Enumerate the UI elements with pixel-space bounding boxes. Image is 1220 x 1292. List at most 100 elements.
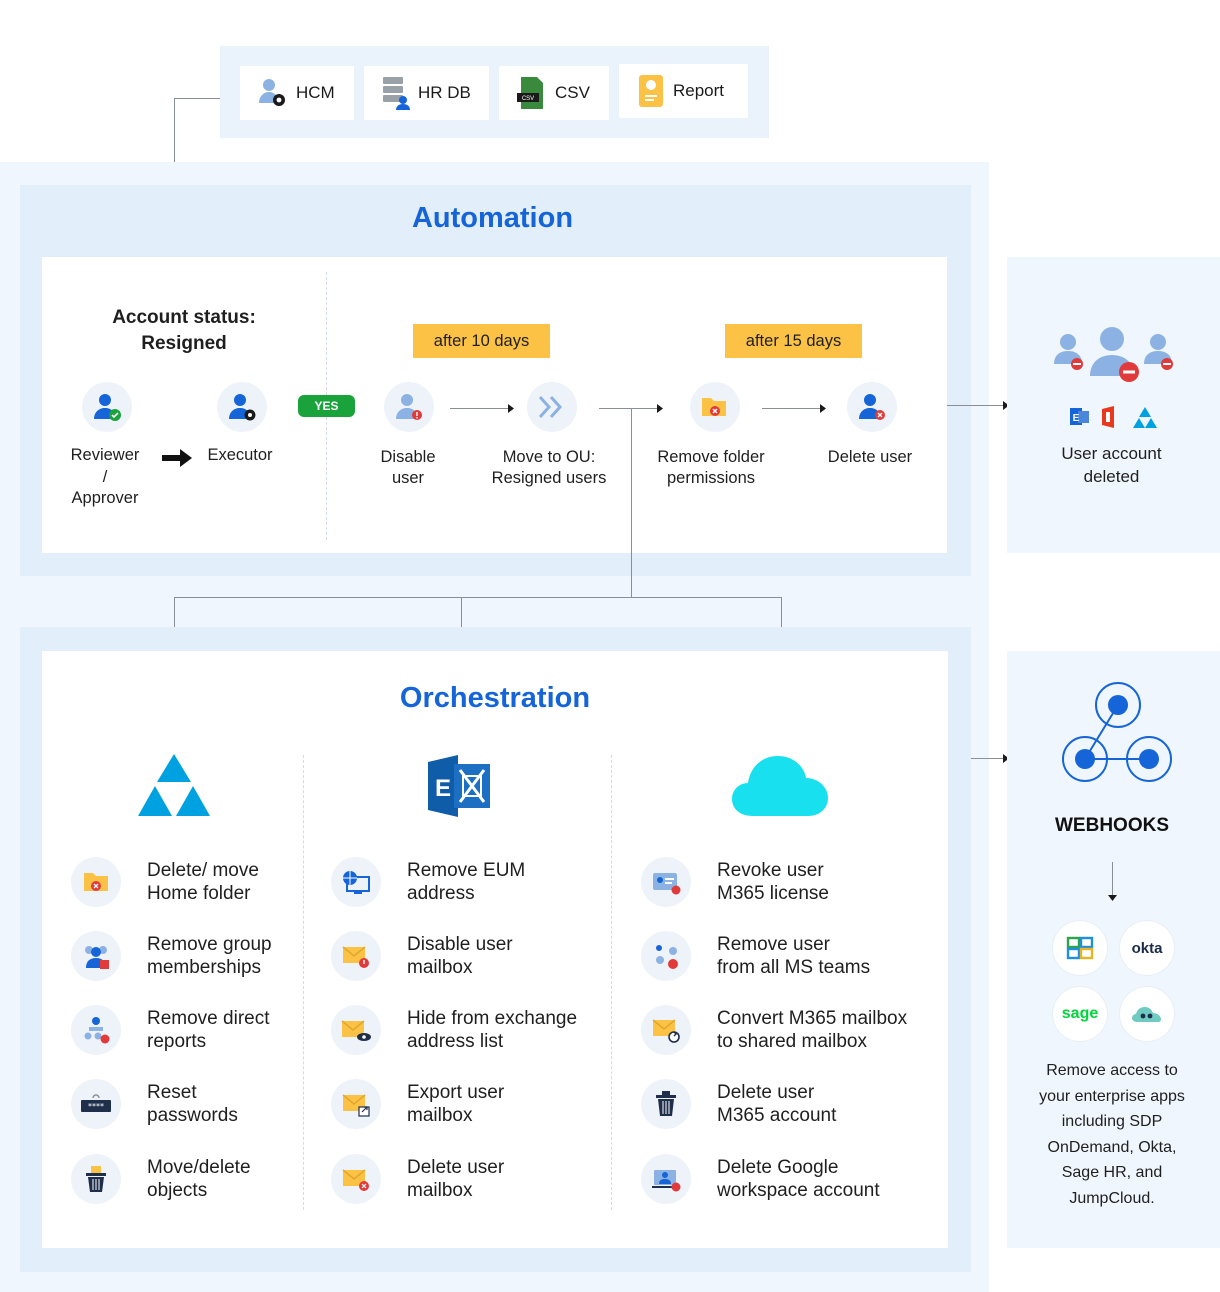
orch-item-convert-mailbox[interactable]: Convert M365 mailbox to shared mailbox — [641, 1005, 907, 1055]
users-removed-icon — [1054, 327, 1173, 382]
mail-delete-icon — [342, 1169, 369, 1191]
icon-circle: **** — [71, 1079, 121, 1129]
orch-item-text: Remove EUM address — [407, 860, 526, 904]
orch-item-text: Remove group memberships — [147, 934, 272, 978]
app-logos-icon: E — [1070, 406, 1157, 428]
orch-item-export-mailbox[interactable]: Export user mailbox — [331, 1079, 504, 1129]
double-chevron-icon — [538, 395, 563, 419]
orch-item-remove-eum[interactable]: Remove EUM address — [331, 857, 525, 907]
orch-item-text: Hide from exchange address list — [407, 1008, 578, 1052]
orch-item-text: Export user mailbox — [407, 1082, 505, 1126]
reviewer-slash: / — [102, 467, 108, 486]
orch-item-text: Delete user mailbox — [407, 1157, 505, 1201]
icon-circle — [641, 931, 691, 981]
remove-folder-node[interactable] — [690, 382, 740, 432]
report-icon — [639, 75, 663, 107]
google-account-delete-icon — [652, 1170, 681, 1192]
sdp-icon — [1066, 936, 1094, 960]
icon-circle — [331, 1005, 381, 1055]
orch-item-text: Remove direct reports — [147, 1008, 270, 1052]
orch-item-remove-group[interactable]: Remove group memberships — [71, 931, 272, 981]
globe-monitor-icon — [343, 871, 370, 894]
orch-item-remove-reports[interactable]: Remove direct reports — [71, 1005, 270, 1055]
orch-item-hide-address[interactable]: Hide from exchange address list — [331, 1005, 577, 1055]
orch-item-disable-mailbox[interactable]: Disable user mailbox — [331, 931, 513, 981]
orch-item-text: Convert M365 mailbox to shared mailbox — [717, 1008, 908, 1052]
orch-item-revoke-license[interactable]: Revoke user M365 license — [641, 857, 829, 907]
source-hcm[interactable]: HCM — [240, 66, 354, 120]
orch-item-text: Delete Google workspace account — [717, 1157, 880, 1201]
okta-app[interactable]: okta — [1120, 921, 1174, 975]
orch-item-text: Remove user from all MS teams — [717, 934, 871, 978]
account-status-label: Account status: — [112, 307, 256, 328]
teams-remove-icon — [656, 945, 678, 969]
azure-ad-icon — [138, 754, 210, 816]
icon-circle — [641, 857, 691, 907]
connector — [1112, 862, 1113, 896]
sdp-app[interactable] — [1053, 921, 1107, 975]
source-hr-db[interactable]: HR DB — [364, 66, 489, 120]
orch-item-delete-google[interactable]: Delete Google workspace account — [641, 1154, 880, 1204]
icon-circle — [641, 1005, 691, 1055]
csv-file-icon: CSV — [517, 77, 543, 109]
mail-export-icon — [342, 1094, 370, 1117]
icon-circle — [331, 857, 381, 907]
icon-circle — [71, 1005, 121, 1055]
source-csv[interactable]: CSV CSV — [499, 66, 609, 120]
icon-circle — [331, 931, 381, 981]
account-status: Account status: Resigned — [60, 305, 308, 357]
folder-remove-icon — [702, 398, 726, 416]
orch-item-text: Delete user M365 account — [717, 1082, 837, 1126]
yes-badge: YES — [298, 395, 355, 417]
automation-title: Automation — [411, 202, 574, 234]
orch-item-text: Move/delete objects — [147, 1157, 251, 1201]
exchange-icon: E — [428, 755, 490, 817]
jumpcloud-app[interactable] — [1120, 987, 1174, 1041]
orch-item-delete-mailbox[interactable]: Delete user mailbox — [331, 1154, 504, 1204]
connector — [947, 405, 1005, 406]
reviewer-label: Reviewer / Approver — [55, 445, 155, 510]
webhooks-icon — [1062, 682, 1172, 782]
icon-circle — [331, 1079, 381, 1129]
move-ou-label: Move to OU: Resigned users — [478, 447, 620, 489]
connector — [174, 597, 782, 598]
arrow-head — [820, 404, 826, 413]
trash-icon — [656, 1091, 676, 1116]
delete-user-node[interactable] — [847, 382, 897, 432]
remove-folder-label: Remove folder permissions — [645, 447, 777, 489]
step-text: Delete user — [827, 448, 913, 466]
reviewer-node[interactable] — [82, 382, 132, 432]
orch-item-reset-passwords[interactable]: **** Reset passwords — [71, 1079, 238, 1129]
executor-node[interactable] — [217, 382, 267, 432]
icon-circle — [71, 931, 121, 981]
user-approved-icon — [94, 394, 121, 421]
step-text: permissions — [666, 469, 756, 487]
arrow-right-icon — [162, 449, 192, 467]
password-icon: **** — [81, 1094, 111, 1112]
delay-badge-15-days: after 15 days — [725, 324, 862, 358]
folder-delete-icon — [84, 873, 108, 891]
orch-item-remove-teams[interactable]: Remove user from all MS teams — [641, 931, 870, 981]
move-ou-node[interactable] — [527, 382, 577, 432]
jumpcloud-icon — [1132, 1007, 1161, 1022]
icon-circle — [71, 857, 121, 907]
automation-content — [42, 257, 947, 553]
orch-item-move-delete-objects[interactable]: Move/delete objects — [71, 1154, 251, 1204]
sage-app[interactable]: sage — [1053, 987, 1107, 1041]
svg-text:E: E — [1073, 413, 1080, 424]
disable-user-node[interactable] — [384, 382, 434, 432]
orch-item-text: Disable user mailbox — [407, 934, 513, 978]
deleted-text: User account — [1061, 444, 1162, 463]
connector — [174, 98, 220, 99]
orch-item-delete-m365[interactable]: Delete user M365 account — [641, 1079, 836, 1129]
webhooks-title: WEBHOOKS — [1055, 815, 1169, 836]
orch-item-delete-home-folder[interactable]: Delete/ move Home folder — [71, 857, 259, 907]
connector — [599, 408, 657, 409]
mail-alert-icon — [342, 946, 369, 968]
license-icon — [653, 873, 681, 895]
orch-item-text: Revoke user M365 license — [717, 860, 829, 904]
arrow-head — [657, 404, 663, 413]
source-report[interactable]: Report — [619, 64, 748, 118]
okta-logo: okta — [1131, 939, 1163, 957]
icon-circle — [71, 1154, 121, 1204]
